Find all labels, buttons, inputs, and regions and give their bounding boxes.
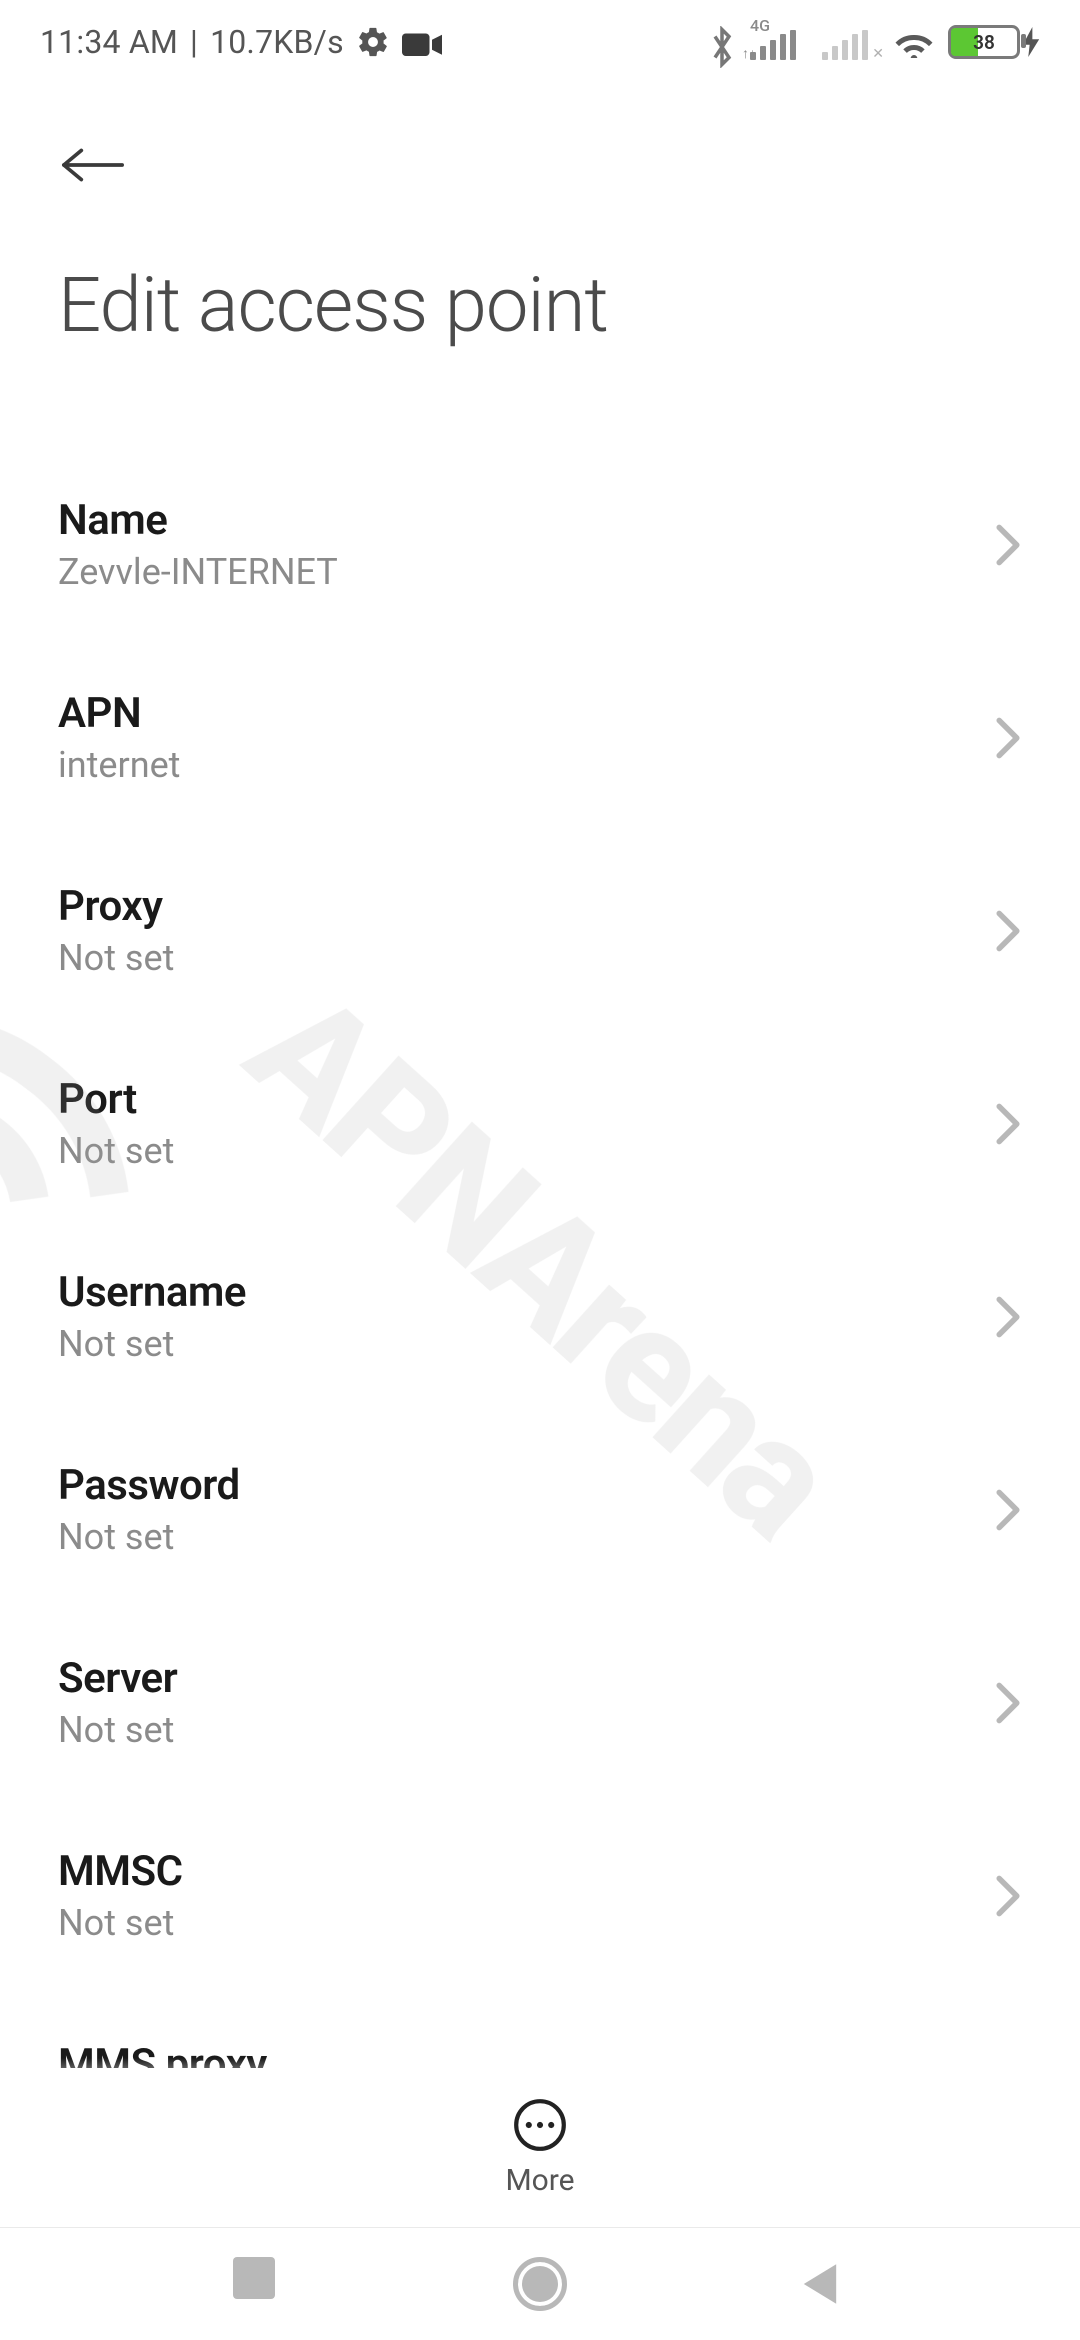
chevron-right-icon [994, 1295, 1022, 1339]
status-separator: | [190, 23, 198, 61]
status-left: 11:34 AM | 10.7KB/s [40, 23, 442, 61]
status-net-speed: 10.7KB/s [210, 23, 344, 61]
chevron-right-icon [994, 1874, 1022, 1918]
page-title: Edit access point [58, 260, 1022, 350]
row-apn-title: APN [58, 689, 180, 738]
circle-icon [513, 2257, 567, 2311]
back-button[interactable] [58, 130, 128, 200]
nav-back-button[interactable] [793, 2257, 847, 2311]
row-mmsc-title: MMSC [58, 1847, 183, 1896]
more-icon [512, 2097, 568, 2153]
row-mmsc[interactable]: MMSC Not set [58, 1811, 1022, 1980]
row-server[interactable]: Server Not set [58, 1618, 1022, 1787]
row-username[interactable]: Username Not set [58, 1232, 1022, 1401]
row-proxy[interactable]: Proxy Not set [58, 846, 1022, 1015]
signal-bars-icon [750, 30, 796, 60]
bluetooth-icon [708, 26, 736, 58]
chevron-right-icon [994, 1681, 1022, 1725]
row-username-value: Not set [58, 1323, 246, 1365]
row-server-value: Not set [58, 1709, 177, 1751]
settings-list: Name Zevvle-INTERNET APN internet Proxy … [0, 460, 1080, 2173]
row-port-title: Port [58, 1075, 174, 1124]
chevron-right-icon [994, 1102, 1022, 1146]
chevron-right-icon [994, 716, 1022, 760]
more-label: More [505, 2163, 574, 2198]
more-button[interactable]: More [505, 2097, 574, 2198]
square-icon [233, 2257, 275, 2299]
row-username-title: Username [58, 1268, 246, 1317]
status-bar: 11:34 AM | 10.7KB/s 4G ↑↓ ✕ [0, 0, 1080, 70]
row-apn[interactable]: APN internet [58, 653, 1022, 822]
sim2-signal: ✕ [822, 24, 880, 60]
row-name[interactable]: Name Zevvle-INTERNET [58, 460, 1022, 629]
row-name-value: Zevvle-INTERNET [58, 551, 338, 593]
settings-icon [356, 25, 390, 59]
battery-icon: 38 [948, 25, 1020, 59]
wifi-icon [894, 25, 934, 59]
row-server-title: Server [58, 1654, 177, 1703]
row-apn-value: internet [58, 744, 180, 786]
sim1-signal: 4G ↑↓ [750, 24, 808, 60]
chevron-right-icon [994, 1488, 1022, 1532]
battery-percent: 38 [948, 25, 1020, 59]
no-sim-icon: ✕ [872, 46, 884, 62]
status-right: 4G ↑↓ ✕ 38 [708, 24, 1040, 60]
action-bar: More [0, 2068, 1080, 2228]
nav-recent-button[interactable] [233, 2257, 287, 2311]
row-password-title: Password [58, 1461, 240, 1510]
header: Edit access point [0, 70, 1080, 350]
camera-icon [402, 28, 442, 56]
chevron-right-icon [994, 523, 1022, 567]
arrow-left-icon [58, 145, 128, 185]
signal-bars-dead-icon [822, 30, 868, 60]
triangle-left-icon [793, 2257, 847, 2311]
row-proxy-value: Not set [58, 937, 174, 979]
nav-home-button[interactable] [513, 2257, 567, 2311]
row-port-value: Not set [58, 1130, 174, 1172]
system-nav-bar [0, 2228, 1080, 2340]
row-name-title: Name [58, 496, 338, 545]
row-password[interactable]: Password Not set [58, 1425, 1022, 1594]
row-port[interactable]: Port Not set [58, 1039, 1022, 1208]
status-time: 11:34 AM [40, 23, 178, 61]
row-mmsc-value: Not set [58, 1902, 183, 1944]
chevron-right-icon [994, 909, 1022, 953]
row-password-value: Not set [58, 1516, 240, 1558]
row-proxy-title: Proxy [58, 882, 174, 931]
